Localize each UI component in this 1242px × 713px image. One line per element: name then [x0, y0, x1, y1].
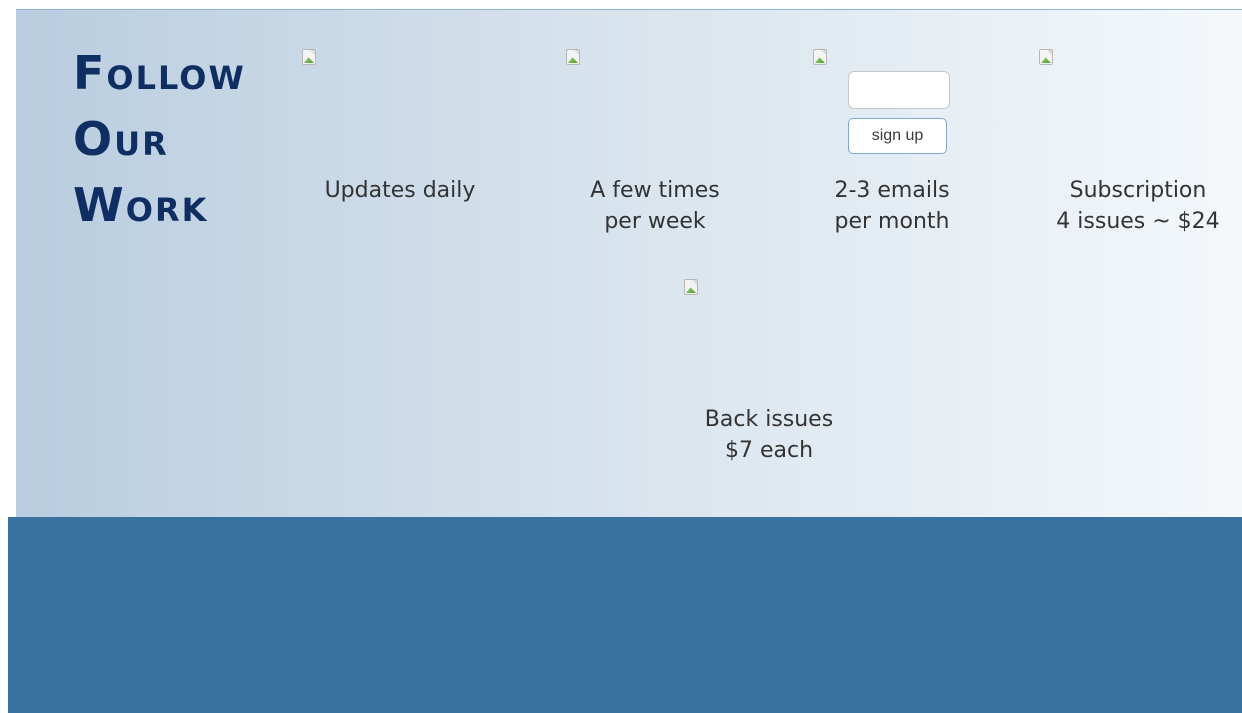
follow-item-3-line-2: per month — [834, 209, 950, 234]
follow-item-2-line-1: A few times — [590, 178, 720, 203]
follow-item-5[interactable]: Back issues $7 each — [669, 404, 869, 466]
follow-item-4-line-2: 4 issues ~ $24 — [1056, 209, 1220, 234]
broken-image-icon[interactable] — [684, 279, 698, 295]
follow-item-5-line-1: Back issues — [704, 407, 834, 432]
footer-band — [8, 517, 1242, 713]
sign-up-button[interactable]: sign up — [848, 118, 947, 154]
follow-item-2-line-2: per week — [604, 209, 706, 234]
heading-line-1: Follow — [73, 46, 246, 100]
section-heading: Follow Our Work — [73, 40, 246, 238]
follow-item-1[interactable]: Updates daily — [300, 175, 500, 206]
broken-image-icon[interactable] — [302, 49, 316, 65]
follow-item-5-line-2: $7 each — [724, 438, 814, 463]
broken-image-icon[interactable] — [813, 49, 827, 65]
heading-line-2: Our — [73, 112, 169, 166]
heading-line-3: Work — [73, 178, 209, 232]
newsletter-email-input[interactable] — [848, 71, 950, 109]
follow-item-2[interactable]: A few times per week — [555, 175, 755, 237]
follow-item-3-line-1: 2-3 emails — [834, 178, 950, 203]
follow-item-1-line-1: Updates daily — [324, 178, 476, 203]
follow-item-4[interactable]: Subscription 4 issues ~ $24 — [1038, 175, 1238, 237]
follow-our-work-panel: Follow Our Work — [16, 9, 1242, 517]
follow-item-3[interactable]: 2-3 emails per month — [792, 175, 992, 237]
follow-item-4-line-1: Subscription — [1069, 178, 1207, 203]
broken-image-icon[interactable] — [566, 49, 580, 65]
broken-image-icon[interactable] — [1039, 49, 1053, 65]
